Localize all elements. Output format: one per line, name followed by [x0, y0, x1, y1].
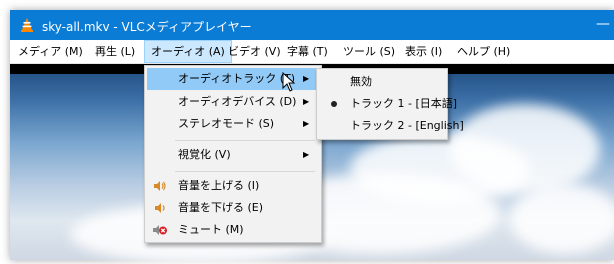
track-option-disabled[interactable]: 無効 [319, 71, 445, 93]
menu-item-volume-down[interactable]: 音量を下げる (E) [147, 197, 319, 219]
cloud-shape [450, 104, 600, 194]
menu-item-label: 音量を下げる (E) [178, 201, 264, 214]
menu-item-mute[interactable]: ミュート (M) [147, 219, 319, 241]
menu-view[interactable]: 表示 (I) [399, 40, 448, 63]
submenu-arrow-icon: ▶ [303, 97, 310, 106]
track-option-label: 無効 [350, 75, 372, 88]
menu-item-visualization[interactable]: 視覚化 (V) ▶ [147, 144, 319, 166]
submenu-arrow-icon: ▶ [303, 119, 310, 128]
menu-item-stereo-mode[interactable]: ステレオモード (S) ▶ [147, 113, 319, 135]
menu-item-label: オーディオトラック (T) [178, 72, 296, 85]
volume-down-icon [155, 203, 165, 213]
submenu-arrow-icon: ▶ [303, 74, 310, 83]
menu-video[interactable]: ビデオ (V) [222, 40, 287, 63]
menu-bar: メディア (M) 再生 (L) オーディオ (A) ビデオ (V) 字幕 (T)… [10, 40, 614, 64]
track-option-english[interactable]: トラック 2 - [English] [319, 115, 464, 137]
menu-separator [175, 171, 315, 172]
menu-item-label: 視覚化 (V) [178, 148, 231, 161]
menu-help[interactable]: ヘルプ (H) [451, 40, 516, 63]
menu-subtitle[interactable]: 字幕 (T) [281, 40, 334, 63]
menu-item-label: ミュート (M) [178, 223, 244, 236]
track-option-label: トラック 1 - [日本語] [350, 97, 458, 110]
track-option-label: トラック 2 - [English] [350, 119, 464, 132]
selected-radio-icon [331, 101, 337, 107]
menu-item-volume-up[interactable]: 音量を上げる (I) [147, 175, 319, 197]
cloud-shape [510, 184, 614, 254]
audio-track-submenu: 無効 トラック 1 - [日本語] トラック 2 - [English] [316, 68, 464, 140]
menu-playback[interactable]: 再生 (L) [89, 40, 141, 63]
menu-audio[interactable]: オーディオ (A) [144, 40, 232, 63]
volume-up-icon [154, 181, 166, 191]
mouse-cursor-icon [282, 72, 296, 92]
menu-item-label: オーディオデバイス (D) [178, 95, 297, 108]
menu-media[interactable]: メディア (M) [12, 40, 89, 63]
mute-icon [153, 225, 167, 235]
menu-item-audio-device[interactable]: オーディオデバイス (D) ▶ [147, 91, 319, 113]
menu-item-label: ステレオモード (S) [178, 117, 275, 130]
window-title: sky-all.mkv - VLCメディアプレイヤー [42, 20, 252, 34]
submenu-arrow-icon: ▶ [303, 150, 310, 159]
minimize-button[interactable]: — [596, 16, 610, 32]
menu-separator [175, 140, 315, 141]
track-option-japanese[interactable]: トラック 1 - [日本語] [319, 93, 457, 115]
title-bar[interactable]: sky-all.mkv - VLCメディアプレイヤー — [10, 10, 614, 40]
menu-item-label: 音量を上げる (I) [178, 179, 260, 192]
vlc-cone-icon [21, 18, 33, 32]
menu-tools[interactable]: ツール (S) [337, 40, 401, 63]
